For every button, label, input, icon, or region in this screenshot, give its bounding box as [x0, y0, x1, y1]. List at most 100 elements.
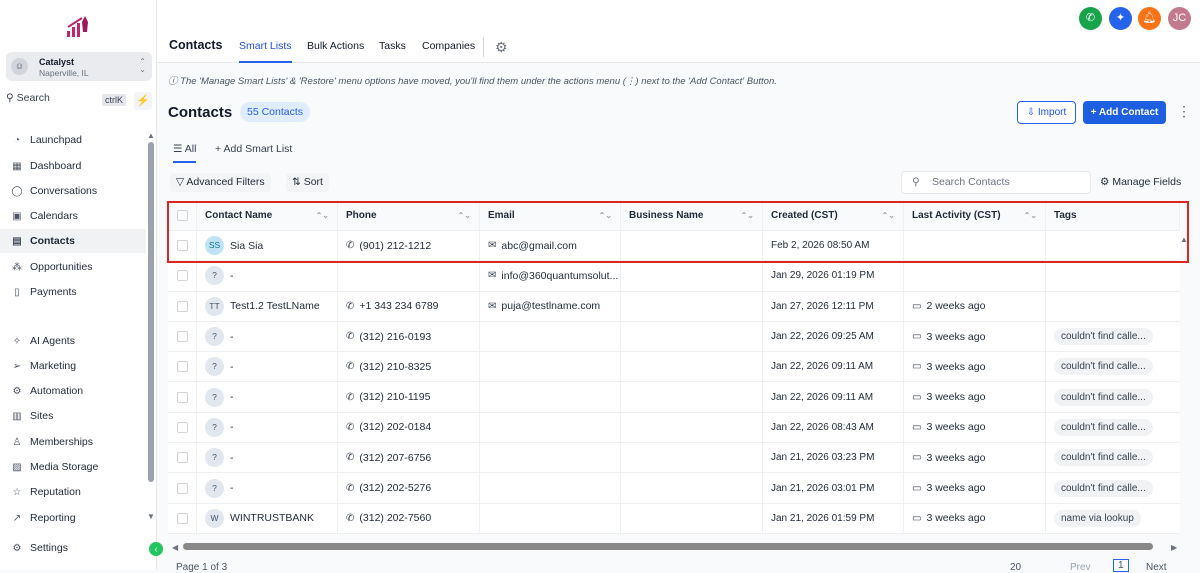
ai-sparkle-icon[interactable]: ✦	[1109, 7, 1132, 30]
scroll-right-icon[interactable]: ▶	[1171, 543, 1177, 552]
phone[interactable]: +1 343 234 6789	[359, 300, 438, 312]
scroll-left-icon[interactable]: ◀	[172, 543, 178, 552]
sidebar-item-automation[interactable]: ⚙ Automation	[0, 379, 146, 403]
table-row[interactable]: ? - ✆ (312) 216-0193 Jan 22, 2026 09:25 AM…	[168, 321, 1180, 353]
page-size-select[interactable]: 20	[1010, 562, 1021, 573]
table-row[interactable]: ? - ✆ (312) 207-6756 Jan 21, 2026 03:23 PM…	[168, 443, 1180, 474]
sidebar-item-sites[interactable]: ▥ Sites	[0, 404, 146, 428]
contact-name[interactable]: -	[230, 391, 234, 403]
add-contact-button[interactable]: + Add Contact	[1083, 101, 1166, 124]
more-actions-icon[interactable]: ⋮	[1177, 103, 1191, 120]
gear-icon[interactable]: ⚙	[495, 39, 508, 56]
sidebar-item-reputation[interactable]: ☆ Reputation	[0, 480, 146, 504]
user-avatar[interactable]: JC	[1168, 7, 1191, 30]
sidebar-item-calendars[interactable]: ▣ Calendars	[0, 204, 146, 228]
tag-chip[interactable]: couldn't find calle...	[1054, 388, 1153, 406]
tab-bulk-actions[interactable]: Bulk Actions	[307, 40, 364, 52]
contact-name[interactable]: Test1.2 TestLName	[230, 300, 320, 312]
import-icon: ⇩	[1026, 107, 1038, 118]
last-activity: 3 weeks ago	[926, 482, 986, 495]
sidebar-item-payments[interactable]: ▯ Payments	[0, 280, 146, 304]
sidebar-item-conversations[interactable]: ◯ Conversations	[0, 179, 146, 203]
sidebar-search[interactable]: ⚲ Search ctrlK	[6, 92, 128, 110]
tag-chip[interactable]: couldn't find calle...	[1054, 418, 1153, 436]
phone[interactable]: (312) 202-5276	[359, 482, 431, 494]
contact-name[interactable]: -	[230, 421, 234, 433]
prev-button[interactable]: Prev	[1070, 562, 1091, 573]
sidebar-item-launchpad[interactable]: ◔ Launchpad	[0, 128, 146, 152]
advanced-filters-button[interactable]: ▽ Advanced Filters	[170, 173, 271, 192]
sidebar-item-label: Memberships	[30, 436, 94, 448]
table-row[interactable]: W WINTRUSTBANK ✆ (312) 202-7560 Jan 21, 20…	[168, 503, 1180, 534]
row-checkbox[interactable]	[177, 270, 188, 282]
table-row[interactable]: ? - ✆ (312) 210-8325 Jan 22, 2026 09:11 AM…	[168, 352, 1180, 383]
sidebar-item-dashboard[interactable]: ▦ Dashboard	[0, 154, 146, 178]
smart-list-all[interactable]: ☰ All	[173, 143, 197, 163]
email[interactable]: puja@testlname.com	[501, 300, 600, 312]
phone[interactable]: (312) 207-6756	[359, 452, 431, 464]
add-smart-list-button[interactable]: + Add Smart List	[215, 143, 292, 155]
page-1-button[interactable]: 1	[1113, 559, 1129, 572]
contact-name[interactable]: -	[230, 361, 234, 373]
row-checkbox[interactable]	[177, 482, 188, 494]
search-contacts-input[interactable]: ⚲ Search Contacts	[901, 171, 1091, 194]
scroll-up-icon[interactable]: ▲	[147, 131, 155, 140]
table-row[interactable]: ? - ✆ (312) 210-1195 Jan 22, 2026 09:11 AM…	[168, 382, 1180, 413]
phone[interactable]: (312) 202-7560	[359, 512, 431, 524]
sort-button[interactable]: ⇅ Sort	[286, 173, 329, 192]
sidebar-item-contacts[interactable]: ▤ Contacts	[0, 229, 146, 253]
tag-chip[interactable]: couldn't find calle...	[1054, 449, 1153, 467]
tag-chip[interactable]: couldn't find calle...	[1054, 358, 1153, 376]
contact-name[interactable]: WINTRUSTBANK	[230, 512, 314, 524]
table-scroll-up-icon[interactable]: ▲	[1180, 235, 1188, 244]
email[interactable]: info@360quantumsolut...	[501, 270, 618, 282]
phone[interactable]: (312) 210-1195	[359, 391, 430, 403]
table-row[interactable]: ? - ✆ (312) 202-5276 Jan 21, 2026 03:01 PM…	[168, 473, 1180, 504]
row-checkbox[interactable]	[177, 361, 188, 373]
sidebar-item-memberships[interactable]: ♙ Memberships	[0, 430, 146, 454]
bell-icon[interactable]: 🔔︎	[1138, 7, 1161, 30]
phone-icon[interactable]: ✆	[1079, 7, 1102, 30]
phone[interactable]: (312) 216-0193	[359, 331, 431, 343]
contact-name[interactable]: -	[230, 331, 234, 343]
table-row[interactable]: TT Test1.2 TestLName ✆ +1 343 234 6789 ✉ pu…	[168, 291, 1180, 322]
next-button[interactable]: Next	[1146, 562, 1167, 573]
sidebar-item-settings[interactable]: ⚙ Settings	[0, 536, 146, 560]
location-name: Catalyst	[39, 57, 75, 67]
row-checkbox[interactable]	[177, 421, 188, 433]
sidebar-item-ai-agents[interactable]: ✧ AI Agents	[0, 329, 146, 353]
sidebar-item-media-storage[interactable]: ▨ Media Storage	[0, 455, 146, 479]
row-checkbox[interactable]	[177, 331, 188, 343]
row-checkbox[interactable]	[177, 300, 188, 312]
tab-companies[interactable]: Companies	[422, 40, 475, 52]
row-checkbox[interactable]	[177, 452, 188, 464]
table-row[interactable]: ? - ✉ info@360quantumsolut... Jan 29, 2026…	[168, 261, 1180, 292]
phone[interactable]: (312) 202-0184	[359, 421, 431, 433]
nav-icon: ⁂	[12, 261, 22, 273]
row-checkbox[interactable]	[177, 512, 188, 524]
tag-chip[interactable]: name via lookup	[1054, 509, 1141, 527]
phone[interactable]: (312) 210-8325	[359, 361, 431, 373]
tag-chip[interactable]: couldn't find calle...	[1054, 479, 1153, 497]
sort-icon: ⇅	[292, 176, 304, 188]
sidebar-scrollbar[interactable]	[148, 142, 154, 482]
collapse-sidebar-button[interactable]: ‹	[149, 542, 163, 556]
manage-fields-button[interactable]: ⚙ Manage Fields	[1100, 176, 1181, 188]
sidebar-item-opportunities[interactable]: ⁂ Opportunities	[0, 255, 146, 279]
location-switcher[interactable]: ☺ Catalyst Naperville, IL ⌃ ⌄	[6, 52, 152, 81]
contact-name[interactable]: -	[230, 452, 234, 464]
contact-name[interactable]: -	[230, 270, 234, 282]
tag-chip[interactable]: couldn't find calle...	[1054, 328, 1153, 346]
tab-smart-lists[interactable]: Smart Lists	[239, 40, 292, 63]
highlight-box	[167, 201, 1189, 263]
table-row[interactable]: ? - ✆ (312) 202-0184 Jan 22, 2026 08:43 AM…	[168, 412, 1180, 444]
scroll-down-icon[interactable]: ▼	[147, 512, 155, 521]
row-checkbox[interactable]	[177, 391, 188, 403]
contact-name[interactable]: -	[230, 482, 234, 494]
sidebar-item-marketing[interactable]: ➢ Marketing	[0, 354, 146, 378]
sidebar-item-reporting[interactable]: ↗ Reporting	[0, 506, 146, 530]
tab-tasks[interactable]: Tasks	[379, 40, 406, 52]
horizontal-scrollbar[interactable]	[183, 543, 1153, 550]
import-button[interactable]: ⇩ Import	[1017, 101, 1076, 124]
quick-action-bolt-icon[interactable]: ⚡	[134, 92, 152, 110]
